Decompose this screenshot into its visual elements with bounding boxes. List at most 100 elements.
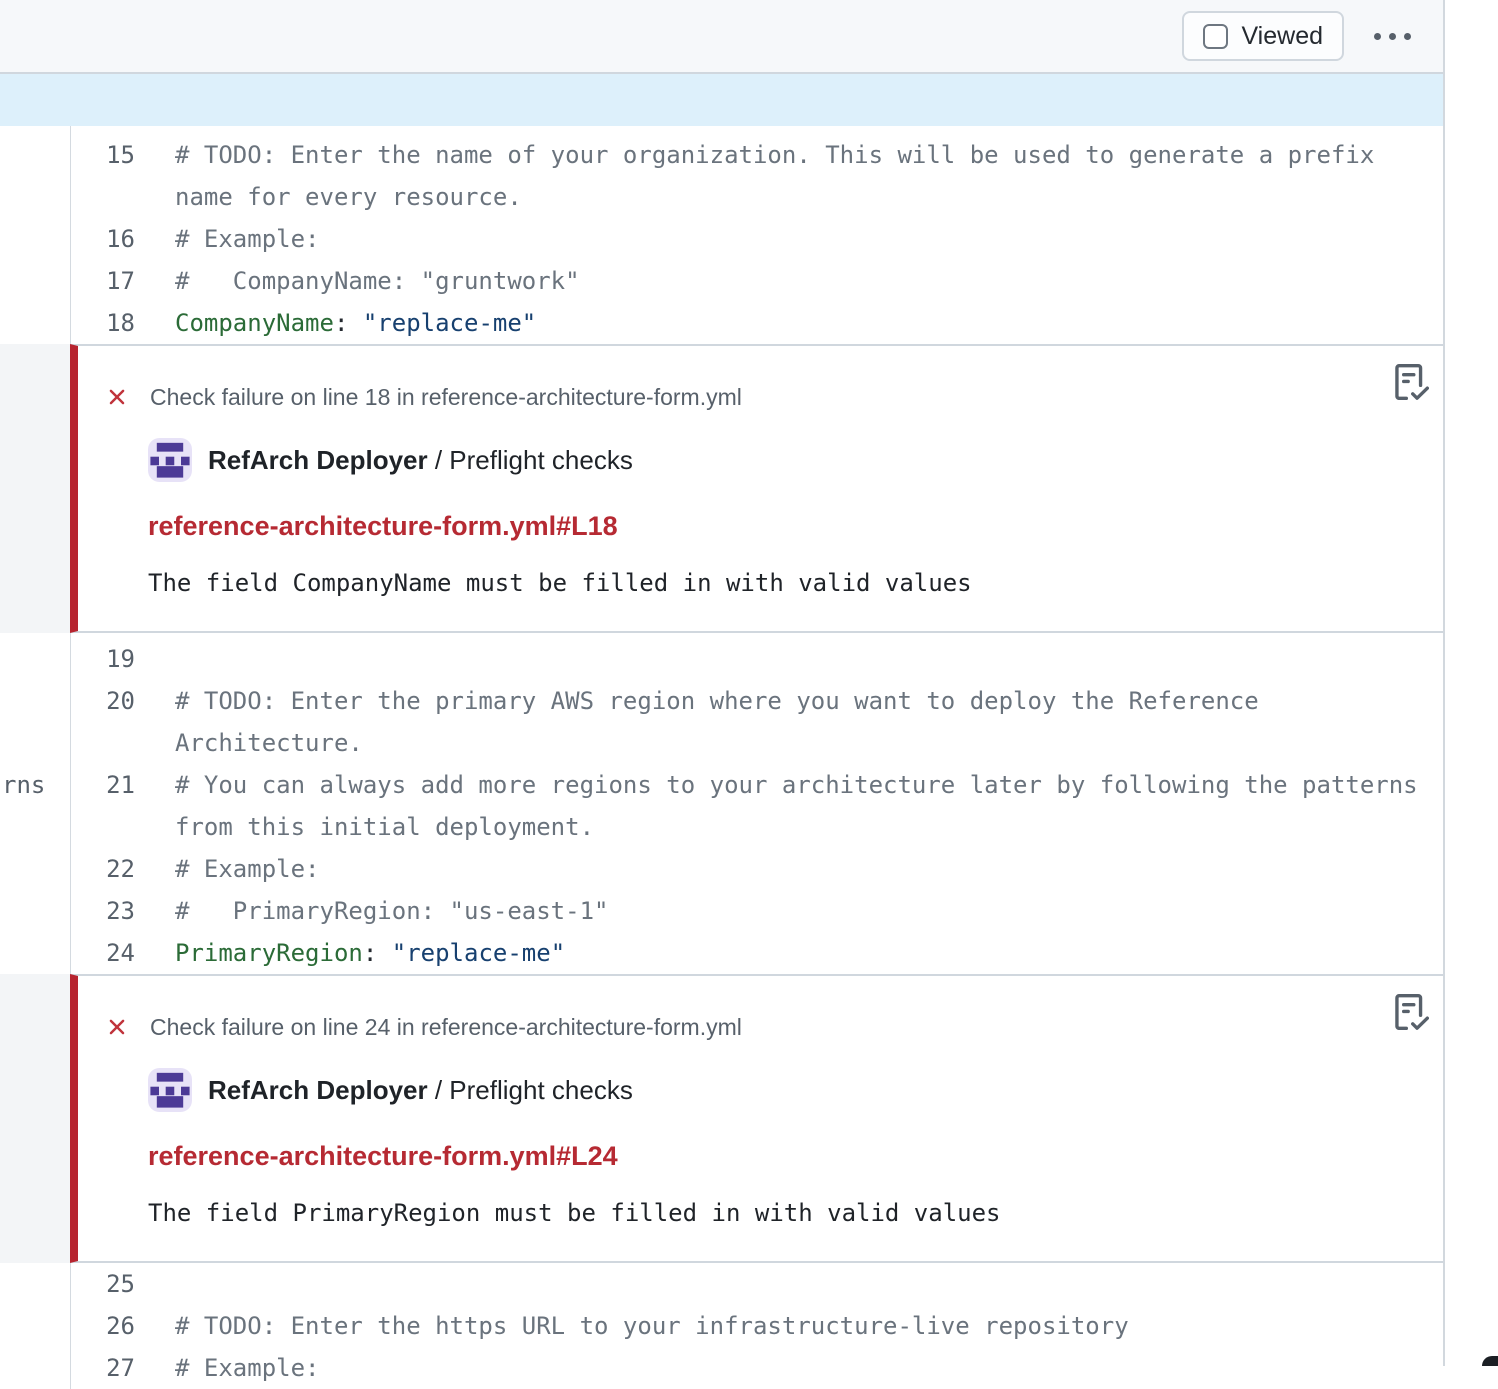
token-string: "replace-me" <box>392 939 565 967</box>
check-annotation-line-18: Check failure on line 18 in reference-ar… <box>70 344 1443 633</box>
line-number[interactable]: 19 <box>71 645 135 673</box>
viewed-toggle-button[interactable]: Viewed <box>1182 11 1344 61</box>
token-key: PrimaryRegion <box>175 939 363 967</box>
code-text: name for every resource. <box>175 183 522 211</box>
token-comment: # TODO: Enter the name of your organizat… <box>175 141 1374 169</box>
refarch-deployer-avatar <box>148 438 192 482</box>
kebab-dot <box>1389 33 1396 40</box>
code-text: # CompanyName: "gruntwork" <box>175 267 580 295</box>
code-text: # Example: <box>175 225 320 253</box>
left-gutter <box>0 1263 71 1389</box>
line-number[interactable]: 23 <box>71 897 135 925</box>
code-hunk-2: rns 19 20 # TODO: Enter the primary AWS re… <box>0 633 1443 974</box>
code-line: from this initial deployment. <box>71 806 1443 848</box>
code-line: 25 <box>71 1263 1443 1305</box>
line-number[interactable]: 22 <box>71 855 135 883</box>
code-lines: 19 20 # TODO: Enter the primary AWS region… <box>71 633 1443 974</box>
code-text: # You can always add more regions to you… <box>175 771 1418 799</box>
x-failure-icon <box>104 1014 130 1040</box>
token-comment: # You can always add more regions to you… <box>175 771 1418 799</box>
token-comment: # Example: <box>175 855 320 883</box>
code-lines: 25 26 # TODO: Enter the https URL to your … <box>71 1263 1443 1389</box>
code-line: 22 # Example: <box>71 848 1443 890</box>
check-run-name: RefArch Deployer / Preflight checks <box>208 445 633 476</box>
code-line: 26 # TODO: Enter the https URL to your in… <box>71 1305 1443 1347</box>
code-text: # Example: <box>175 1354 320 1382</box>
code-line: 19 <box>71 638 1443 680</box>
token-comment: from this initial deployment. <box>175 813 594 841</box>
token-key: CompanyName <box>175 309 334 337</box>
code-hunk-1: 15 # TODO: Enter the name of your organiz… <box>0 126 1443 344</box>
token-punct: : <box>363 939 392 967</box>
line-number[interactable]: 17 <box>71 267 135 295</box>
x-failure-icon <box>104 384 130 410</box>
pr-diff-page: Viewed 15 # TODO: Enter the name of your … <box>0 0 1498 1366</box>
line-number[interactable]: 18 <box>71 309 135 337</box>
annotation-file-link[interactable]: reference-architecture-form.yml#L24 <box>148 1140 1443 1172</box>
viewed-label: Viewed <box>1241 22 1323 51</box>
token-punct: : <box>334 309 363 337</box>
line-number[interactable]: 16 <box>71 225 135 253</box>
code-line: 20 # TODO: Enter the primary AWS region w… <box>71 680 1443 722</box>
annotation-file-link[interactable]: reference-architecture-form.yml#L18 <box>148 510 1443 542</box>
check-suffix: / Preflight checks <box>428 445 633 475</box>
annotation-header: Check failure on line 24 in reference-ar… <box>104 1012 1443 1042</box>
line-number[interactable]: 20 <box>71 687 135 715</box>
left-gutter <box>0 126 71 344</box>
token-string: "replace-me" <box>363 309 536 337</box>
code-text: Architecture. <box>175 729 363 757</box>
left-pane-text-fragment: rns <box>2 764 45 806</box>
file-header-bar: Viewed <box>0 0 1443 74</box>
code-text: # TODO: Enter the https URL to your infr… <box>175 1312 1129 1340</box>
kebab-dot <box>1404 33 1411 40</box>
token-comment: name for every resource. <box>175 183 522 211</box>
check-annotation-line-24: Check failure on line 24 in reference-ar… <box>70 974 1443 1263</box>
line-number[interactable]: 24 <box>71 939 135 967</box>
line-number[interactable]: 25 <box>71 1270 135 1298</box>
hunk-expander-row[interactable] <box>0 74 1443 126</box>
check-suffix: / Preflight checks <box>428 1075 633 1105</box>
annotation-title: Check failure on line 18 in reference-ar… <box>150 384 742 411</box>
code-line: 15 # TODO: Enter the name of your organiz… <box>71 134 1443 176</box>
annotation-title: Check failure on line 24 in reference-ar… <box>150 1014 742 1041</box>
app-name: RefArch Deployer <box>208 445 428 475</box>
code-line: name for every resource. <box>71 176 1443 218</box>
token-comment: # CompanyName: "gruntwork" <box>175 267 580 295</box>
code-text: # TODO: Enter the primary AWS region whe… <box>175 687 1259 715</box>
line-number[interactable]: 15 <box>71 141 135 169</box>
refarch-deployer-avatar <box>148 1068 192 1112</box>
annotation-message: The field PrimaryRegion must be filled i… <box>148 1198 1443 1228</box>
line-number[interactable]: 21 <box>71 771 135 799</box>
code-text: PrimaryRegion: "replace-me" <box>175 939 565 967</box>
code-line: 24 PrimaryRegion: "replace-me" <box>71 932 1443 974</box>
file-options-kebab-icon[interactable] <box>1372 27 1413 46</box>
token-comment: # TODO: Enter the https URL to your infr… <box>175 1312 1129 1340</box>
code-line: 16 # Example: <box>71 218 1443 260</box>
code-line: 27 # Example: <box>71 1347 1443 1389</box>
kebab-dot <box>1374 33 1381 40</box>
token-comment: # PrimaryRegion: "us-east-1" <box>175 897 608 925</box>
code-text: # PrimaryRegion: "us-east-1" <box>175 897 608 925</box>
code-line: 21 # You can always add more regions to y… <box>71 764 1443 806</box>
annotation-message: The field CompanyName must be filled in … <box>148 568 1443 598</box>
token-comment: # Example: <box>175 1354 320 1382</box>
check-run-name: RefArch Deployer / Preflight checks <box>208 1075 633 1106</box>
annotation-section-line-24: Check failure on line 24 in reference-ar… <box>0 974 1443 1263</box>
viewed-checkbox[interactable] <box>1203 24 1228 49</box>
annotation-gutter <box>0 344 70 633</box>
left-gutter: rns <box>0 633 71 974</box>
code-lines: 15 # TODO: Enter the name of your organiz… <box>71 126 1443 344</box>
code-text: CompanyName: "replace-me" <box>175 309 536 337</box>
code-text: # Example: <box>175 855 320 883</box>
code-text: from this initial deployment. <box>175 813 594 841</box>
corner-overlay-artifact <box>1482 1356 1498 1366</box>
line-number[interactable]: 26 <box>71 1312 135 1340</box>
code-hunk-3: 25 26 # TODO: Enter the https URL to your … <box>0 1263 1443 1389</box>
view-workflow-file-icon[interactable] <box>1393 364 1429 400</box>
annotation-header: Check failure on line 18 in reference-ar… <box>104 382 1443 412</box>
code-line: 23 # PrimaryRegion: "us-east-1" <box>71 890 1443 932</box>
code-line: 18 CompanyName: "replace-me" <box>71 302 1443 344</box>
line-number[interactable]: 27 <box>71 1354 135 1382</box>
view-workflow-file-icon[interactable] <box>1393 994 1429 1030</box>
code-line: Architecture. <box>71 722 1443 764</box>
